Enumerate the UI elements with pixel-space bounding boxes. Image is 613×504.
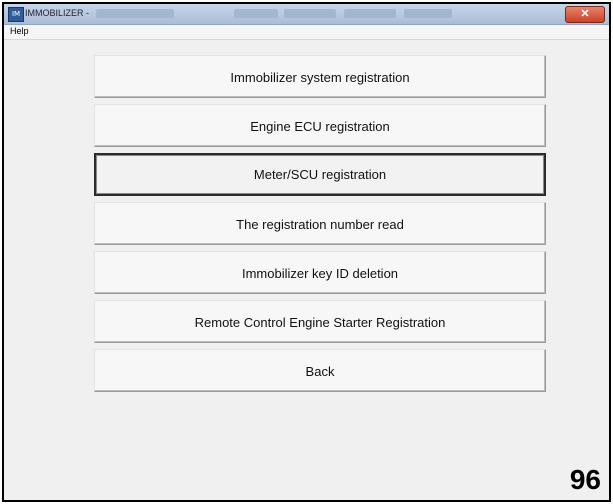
blurred-title-region [404, 9, 452, 18]
menu-bar: Help [4, 25, 609, 40]
blurred-title-region [284, 9, 336, 18]
page-number: 96 [569, 464, 601, 495]
title-bar[interactable]: IM IMMOBILIZER - ✕ [4, 4, 609, 25]
window-title: IMMOBILIZER - [25, 8, 90, 18]
app-icon: IM [8, 7, 24, 22]
remote-control-engine-starter-registration-button[interactable]: Remote Control Engine Starter Registrati… [94, 300, 546, 343]
blurred-title-region [96, 9, 174, 18]
blurred-title-region [234, 9, 278, 18]
registration-menu-panel: Immobilizer system registration Engine E… [94, 55, 548, 401]
application-window: IM IMMOBILIZER - ✕ Help Immobilizer syst… [2, 2, 611, 502]
registration-number-read-button[interactable]: The registration number read [94, 202, 546, 245]
immobilizer-system-registration-button[interactable]: Immobilizer system registration [94, 55, 546, 98]
engine-ecu-registration-button[interactable]: Engine ECU registration [94, 104, 546, 147]
close-button[interactable]: ✕ [565, 6, 605, 23]
immobilizer-key-id-deletion-button[interactable]: Immobilizer key ID deletion [94, 251, 546, 294]
close-icon: ✕ [580, 8, 590, 20]
meter-scu-registration-button[interactable]: Meter/SCU registration [94, 153, 546, 196]
blurred-title-region [344, 9, 396, 18]
menu-item-help[interactable]: Help [10, 26, 29, 36]
back-button[interactable]: Back [94, 349, 546, 392]
